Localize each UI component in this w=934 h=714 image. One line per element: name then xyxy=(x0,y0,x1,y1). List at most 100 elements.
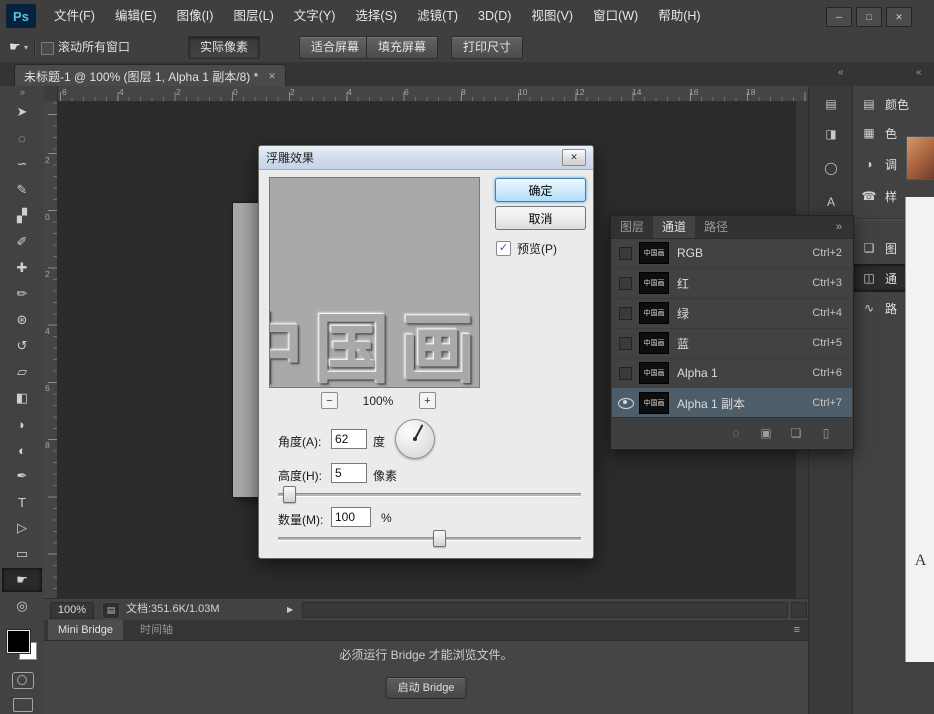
zoom-tool[interactable]: ◎ xyxy=(2,594,42,618)
channel-name: 红 xyxy=(677,275,812,292)
screen-mode-icon[interactable] xyxy=(13,698,33,712)
doc-info-icon[interactable]: ▤ xyxy=(102,602,120,619)
preview-zoom-out-button[interactable]: − xyxy=(321,392,338,409)
history-brush-tool[interactable]: ↺ xyxy=(2,334,42,358)
menu-3d[interactable]: 3D(D) xyxy=(468,0,521,32)
amount-slider-track[interactable] xyxy=(278,537,581,541)
visibility-toggle[interactable] xyxy=(612,247,639,260)
eraser-tool[interactable]: ▱ xyxy=(2,360,42,384)
tab-channels[interactable]: 通道 xyxy=(653,216,695,238)
channel-row-red[interactable]: 中国画 红 Ctrl+3 xyxy=(612,268,852,299)
tab-mini-bridge[interactable]: Mini Bridge xyxy=(48,620,123,640)
visibility-toggle[interactable] xyxy=(612,398,639,409)
collapsed-panel-icon-1[interactable]: ▤ xyxy=(817,92,845,116)
height-slider-thumb[interactable] xyxy=(283,486,296,503)
menu-edit[interactable]: 编辑(E) xyxy=(105,0,167,32)
tab-paths[interactable]: 路径 xyxy=(695,216,737,238)
channel-row-alpha1[interactable]: 中国画 Alpha 1 Ctrl+6 xyxy=(612,358,852,389)
menu-view[interactable]: 视图(V) xyxy=(521,0,583,32)
hand-tool[interactable]: ☛ xyxy=(2,568,42,592)
dialog-close-button[interactable]: ✕ xyxy=(562,149,586,166)
foreground-color-swatch[interactable] xyxy=(7,630,30,653)
horizontal-scrollbar[interactable] xyxy=(302,602,788,618)
channel-row-rgb[interactable]: 中国画 RGB Ctrl+2 xyxy=(612,238,852,269)
fill-screen-button[interactable]: 填充屏幕 xyxy=(366,36,438,59)
status-zoom-field[interactable]: 100% xyxy=(50,602,94,619)
quick-selection-tool[interactable]: ✎ xyxy=(2,178,42,202)
amount-slider-thumb[interactable] xyxy=(433,530,446,547)
actual-pixels-button[interactable]: 实际像素 xyxy=(188,36,260,59)
move-tool[interactable]: ➤ xyxy=(2,100,42,124)
toolbar-expand-icon[interactable]: » xyxy=(0,87,44,97)
channel-row-alpha1-copy[interactable]: 中国画 Alpha 1 副本 Ctrl+7 xyxy=(612,388,852,419)
brush-tool[interactable]: ✏ xyxy=(2,282,42,306)
status-popup-arrow-icon[interactable]: ▶ xyxy=(287,599,293,620)
bottom-panel-menu-icon[interactable]: ≡ xyxy=(794,620,800,640)
scroll-all-windows-checkbox[interactable] xyxy=(41,42,54,55)
marquee-tool[interactable]: ◌ xyxy=(2,126,42,150)
save-selection-as-channel-icon[interactable]: ▣ xyxy=(756,424,776,442)
menu-image[interactable]: 图像(I) xyxy=(167,0,224,32)
collapsed-panel-icon-4[interactable]: A xyxy=(817,190,845,214)
tab-timeline[interactable]: 时间轴 xyxy=(130,620,183,640)
ok-button[interactable]: 确定 xyxy=(495,178,586,202)
amount-input[interactable] xyxy=(331,507,371,527)
background-photo xyxy=(906,136,934,180)
color-panel-button[interactable]: ▤ 颜色 xyxy=(853,90,934,118)
height-input[interactable] xyxy=(331,463,367,483)
quick-mask-icon[interactable] xyxy=(12,672,34,689)
minimize-button[interactable]: ─ xyxy=(826,7,852,27)
launch-bridge-button[interactable]: 启动 Bridge xyxy=(386,677,467,699)
channel-row-blue[interactable]: 中国画 蓝 Ctrl+5 xyxy=(612,328,852,359)
hand-tool-preset-icon[interactable]: ☛ xyxy=(9,39,21,55)
menu-type[interactable]: 文字(Y) xyxy=(284,0,346,32)
dodge-tool[interactable]: ◐ xyxy=(2,438,42,462)
gradient-tool[interactable]: ◧ xyxy=(2,386,42,410)
path-selection-tool[interactable]: ▷ xyxy=(2,516,42,540)
load-selection-icon[interactable]: ◌ xyxy=(726,424,746,442)
crop-tool[interactable]: ▞ xyxy=(2,204,42,228)
menu-filter[interactable]: 滤镜(T) xyxy=(407,0,468,32)
lasso-tool[interactable]: ∽ xyxy=(2,152,42,176)
cancel-button[interactable]: 取消 xyxy=(495,206,586,230)
dialog-titlebar[interactable]: 浮雕效果 ✕ xyxy=(259,146,593,170)
tab-close-icon[interactable]: ✕ xyxy=(268,71,276,82)
collapsed-panel-icon-3[interactable]: ◯ xyxy=(817,156,845,180)
menu-select[interactable]: 选择(S) xyxy=(345,0,407,32)
type-tool[interactable]: T xyxy=(2,490,42,514)
menu-help[interactable]: 帮助(H) xyxy=(648,0,710,32)
collapsed-panel-icon-2[interactable]: ◨ xyxy=(817,122,845,146)
print-size-button[interactable]: 打印尺寸 xyxy=(451,36,523,59)
visibility-toggle[interactable] xyxy=(612,307,639,320)
collapse-dock-icon[interactable]: « xyxy=(838,67,843,78)
fit-screen-button[interactable]: 适合屏幕 xyxy=(299,36,371,59)
clone-stamp-tool[interactable]: ⊛ xyxy=(2,308,42,332)
eyedropper-tool[interactable]: ✐ xyxy=(2,230,42,254)
height-slider-track[interactable] xyxy=(278,493,581,497)
menu-window[interactable]: 窗口(W) xyxy=(583,0,648,32)
delete-channel-icon[interactable]: ▯ xyxy=(816,424,836,442)
menu-file[interactable]: 文件(F) xyxy=(44,0,105,32)
channel-row-green[interactable]: 中国画 绿 Ctrl+4 xyxy=(612,298,852,329)
visibility-toggle[interactable] xyxy=(612,277,639,290)
menu-layer[interactable]: 图层(L) xyxy=(223,0,283,32)
panel-menu-icon[interactable]: » xyxy=(836,216,841,238)
visibility-toggle[interactable] xyxy=(612,367,639,380)
close-button[interactable]: ✕ xyxy=(886,7,912,27)
preview-zoom-in-button[interactable]: + xyxy=(419,392,436,409)
blur-tool[interactable]: ◗ xyxy=(2,412,42,436)
pen-tool[interactable]: ✒ xyxy=(2,464,42,488)
visibility-toggle[interactable] xyxy=(612,337,639,350)
angle-input[interactable] xyxy=(331,429,367,449)
filter-preview[interactable]: 中国画 xyxy=(269,177,480,388)
angle-dial[interactable] xyxy=(395,419,435,459)
preview-checkbox[interactable]: ✓ 预览(P) xyxy=(496,240,557,257)
tool-preset-caret-icon[interactable]: ▾ xyxy=(24,43,28,52)
collapse-dock-icon-2[interactable]: « xyxy=(916,67,921,78)
healing-brush-tool[interactable]: ✚ xyxy=(2,256,42,280)
new-channel-icon[interactable]: ❏ xyxy=(786,424,806,442)
tab-layers[interactable]: 图层 xyxy=(611,216,653,238)
maximize-button[interactable]: □ xyxy=(856,7,882,27)
shape-tool[interactable]: ▭ xyxy=(2,542,42,566)
document-tab[interactable]: 未标题-1 @ 100% (图层 1, Alpha 1 副本/8) * ✕ xyxy=(14,64,286,87)
